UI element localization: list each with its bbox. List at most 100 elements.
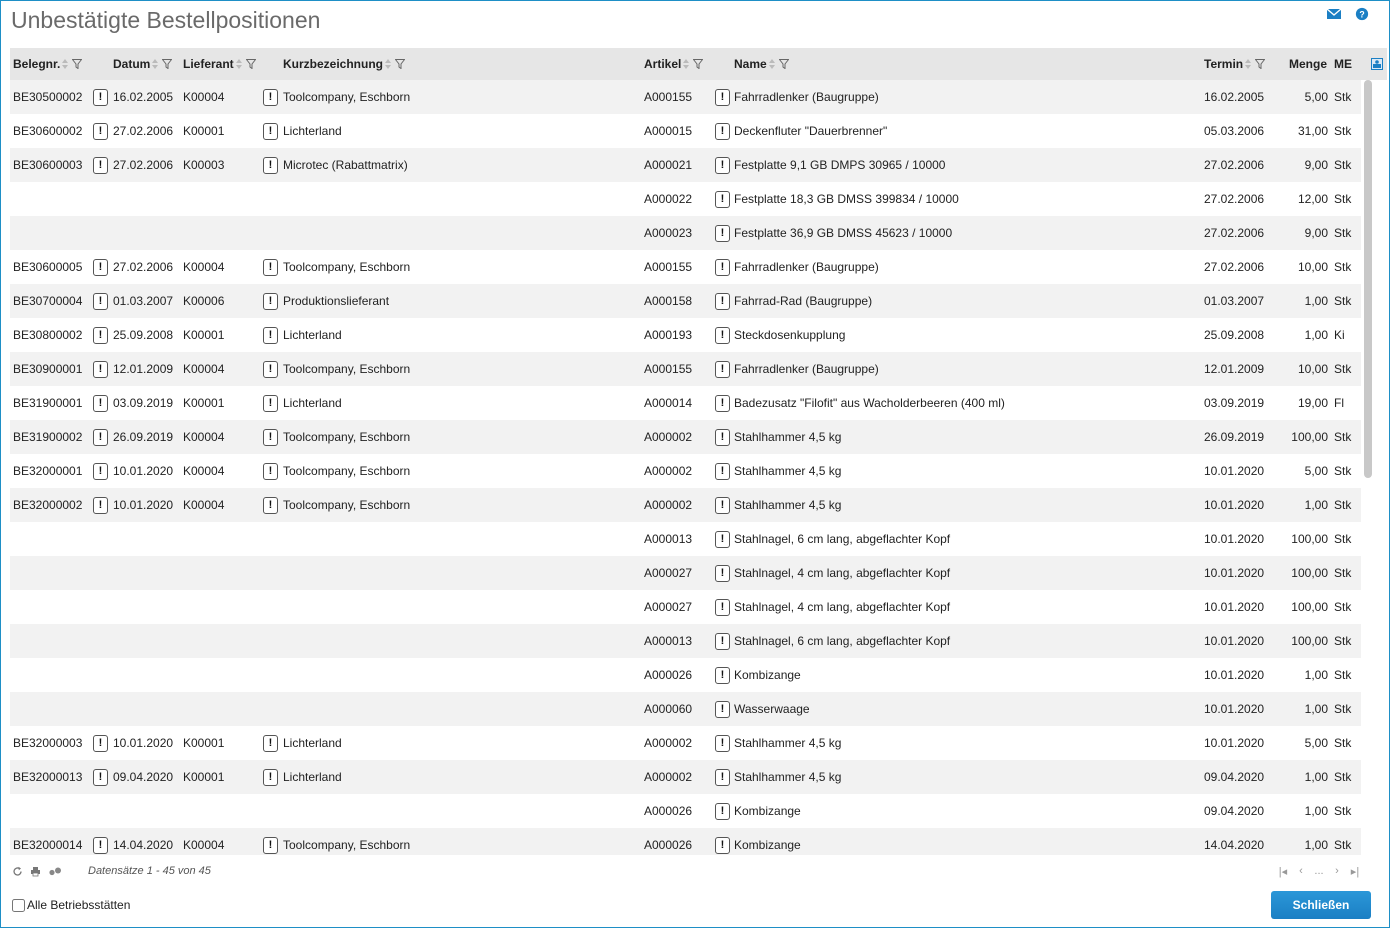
detail-icon[interactable]: ! — [93, 361, 108, 378]
table-row[interactable]: BE31900002 26.09.2019 K00004 Toolcompany, E… — [10, 420, 1361, 454]
detail-icon[interactable]: ! — [715, 463, 730, 480]
detail-icon[interactable]: ! — [263, 123, 278, 140]
first-page-icon[interactable]: |◂ — [1278, 865, 1288, 878]
detail-icon[interactable]: ! — [93, 293, 108, 310]
col-belegnr[interactable]: Belegnr. — [13, 48, 83, 80]
col-kurzbezeichnung[interactable]: Kurzbezeichnung — [283, 48, 406, 80]
next-page-icon[interactable]: › — [1332, 865, 1342, 878]
table-row[interactable]: BE30500002 16.02.2005 K00004 Toolcompany, E… — [10, 80, 1361, 114]
detail-icon[interactable]: ! — [93, 395, 108, 412]
detail-icon[interactable]: ! — [93, 769, 108, 786]
last-page-icon[interactable]: ▸| — [1350, 865, 1360, 878]
detail-icon[interactable]: ! — [715, 327, 730, 344]
sort-icon[interactable] — [151, 59, 159, 69]
detail-icon[interactable]: ! — [93, 463, 108, 480]
col-name[interactable]: Name — [734, 48, 789, 80]
print-icon[interactable] — [30, 866, 41, 877]
close-button[interactable]: Schließen — [1271, 891, 1371, 919]
detail-icon[interactable]: ! — [715, 565, 730, 582]
refresh-icon[interactable] — [12, 866, 23, 877]
col-datum[interactable]: Datum — [113, 48, 173, 80]
table-row[interactable]: A000013 Stahlnagel, 6 cm lang, abgeflacht… — [10, 522, 1361, 556]
col-me[interactable]: ME — [1334, 48, 1352, 80]
table-row[interactable]: A000026 Kombizange 09.04.2020 1,00 Stk! — [10, 794, 1361, 828]
detail-icon[interactable]: ! — [93, 259, 108, 276]
detail-icon[interactable]: ! — [715, 89, 730, 106]
detail-icon[interactable]: ! — [715, 599, 730, 616]
mail-icon[interactable] — [1326, 7, 1342, 21]
table-row[interactable]: BE30600003 27.02.2006 K00003 Microtec (Raba… — [10, 148, 1361, 182]
sort-icon[interactable] — [682, 59, 690, 69]
table-row[interactable]: BE32000014 14.04.2020 K00004 Toolcompany, E… — [10, 828, 1361, 855]
detail-icon[interactable]: ! — [715, 837, 730, 854]
detail-icon[interactable]: ! — [263, 259, 278, 276]
detail-icon[interactable]: ! — [263, 735, 278, 752]
detail-icon[interactable]: ! — [263, 837, 278, 854]
sort-icon[interactable] — [768, 59, 776, 69]
detail-icon[interactable]: ! — [715, 803, 730, 820]
sort-icon[interactable] — [384, 59, 392, 69]
filter-icon[interactable] — [245, 59, 256, 69]
detail-icon[interactable]: ! — [715, 531, 730, 548]
detail-icon[interactable]: ! — [715, 701, 730, 718]
table-row[interactable]: A000026 Kombizange 10.01.2020 1,00 Stk! — [10, 658, 1361, 692]
all-sites-toggle[interactable]: Alle Betriebsstätten — [12, 898, 130, 912]
col-termin[interactable]: Termin — [1204, 48, 1266, 80]
table-row[interactable]: BE32000003 10.01.2020 K00001 Lichterland A00… — [10, 726, 1361, 760]
detail-icon[interactable]: ! — [263, 293, 278, 310]
detail-icon[interactable]: ! — [715, 225, 730, 242]
col-artikel[interactable]: Artikel — [644, 48, 704, 80]
filter-icon[interactable] — [693, 59, 704, 69]
detail-icon[interactable]: ! — [715, 395, 730, 412]
table-row[interactable]: BE30600005 27.02.2006 K00004 Toolcompany, E… — [10, 250, 1361, 284]
help-icon[interactable]: ? — [1354, 7, 1370, 21]
detail-icon[interactable]: ! — [715, 293, 730, 310]
table-row[interactable]: BE32000002 10.01.2020 K00004 Toolcompany, E… — [10, 488, 1361, 522]
table-row[interactable]: BE30700004 01.03.2007 K00006 Produktionslie… — [10, 284, 1361, 318]
prev-page-icon[interactable]: ‹ — [1296, 865, 1306, 878]
sort-icon[interactable] — [61, 59, 69, 69]
column-settings-icon[interactable] — [1371, 58, 1383, 70]
filter-icon[interactable] — [395, 59, 406, 69]
table-row[interactable]: BE32000013 09.04.2020 K00001 Lichterland A00… — [10, 760, 1361, 794]
detail-icon[interactable]: ! — [715, 429, 730, 446]
detail-icon[interactable]: ! — [263, 497, 278, 514]
detail-icon[interactable]: ! — [263, 327, 278, 344]
detail-icon[interactable]: ! — [93, 89, 108, 106]
filter-icon[interactable] — [72, 59, 83, 69]
detail-icon[interactable]: ! — [715, 157, 730, 174]
detail-icon[interactable]: ! — [93, 429, 108, 446]
detail-icon[interactable]: ! — [263, 395, 278, 412]
table-row[interactable]: A000013 Stahlnagel, 6 cm lang, abgeflacht… — [10, 624, 1361, 658]
detail-icon[interactable]: ! — [263, 463, 278, 480]
detail-icon[interactable]: ! — [93, 157, 108, 174]
detail-icon[interactable]: ! — [93, 327, 108, 344]
detail-icon[interactable]: ! — [715, 735, 730, 752]
table-row[interactable]: A000027 Stahlnagel, 4 cm lang, abgeflacht… — [10, 590, 1361, 624]
detail-icon[interactable]: ! — [93, 123, 108, 140]
sort-icon[interactable] — [1244, 59, 1252, 69]
detail-icon[interactable]: ! — [93, 735, 108, 752]
settings-icon[interactable] — [48, 866, 62, 877]
col-lieferant[interactable]: Lieferant — [183, 48, 256, 80]
all-sites-checkbox[interactable] — [12, 898, 25, 912]
table-row[interactable]: A000023 Festplatte 36,9 GB DMSS 45623 / 1… — [10, 216, 1361, 250]
table-row[interactable]: A000060 Wasserwaage 10.01.2020 1,00 Stk! — [10, 692, 1361, 726]
sort-icon[interactable] — [235, 59, 243, 69]
table-row[interactable]: A000022 Festplatte 18,3 GB DMSS 399834 / … — [10, 182, 1361, 216]
table-row[interactable]: BE31900001 03.09.2019 K00001 Lichterland A00… — [10, 386, 1361, 420]
filter-icon[interactable] — [1255, 59, 1266, 69]
detail-icon[interactable]: ! — [715, 361, 730, 378]
table-row[interactable]: BE30900001 12.01.2009 K00004 Toolcompany, E… — [10, 352, 1361, 386]
table-row[interactable]: A000027 Stahlnagel, 4 cm lang, abgeflacht… — [10, 556, 1361, 590]
detail-icon[interactable]: ! — [715, 667, 730, 684]
vertical-scrollbar[interactable] — [1362, 80, 1374, 855]
detail-icon[interactable]: ! — [263, 769, 278, 786]
table-row[interactable]: BE30800002 25.09.2008 K00001 Lichterland A00… — [10, 318, 1361, 352]
detail-icon[interactable]: ! — [715, 769, 730, 786]
col-menge[interactable]: Menge — [1289, 48, 1327, 80]
filter-icon[interactable] — [778, 59, 789, 69]
detail-icon[interactable]: ! — [93, 497, 108, 514]
detail-icon[interactable]: ! — [263, 429, 278, 446]
detail-icon[interactable]: ! — [715, 633, 730, 650]
